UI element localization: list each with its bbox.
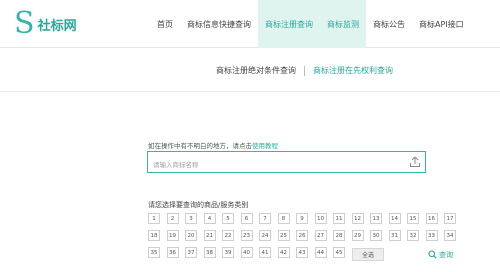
category-checkbox[interactable]: 27	[314, 230, 327, 241]
logo-mark: S	[14, 6, 35, 41]
nav-item-announcements[interactable]: 商标公告	[366, 0, 412, 48]
trademark-name-input[interactable]	[148, 155, 398, 175]
category-checkbox[interactable]: 33	[425, 230, 438, 241]
category-checkbox[interactable]: 44	[314, 247, 327, 258]
site-logo[interactable]: S 社标网	[14, 7, 77, 41]
category-checkbox[interactable]: 30	[370, 230, 382, 241]
subnav-item-prior-rights[interactable]: 商标注册在先权利查询	[313, 65, 393, 76]
category-checkbox[interactable]: 15	[407, 213, 419, 224]
category-checkbox[interactable]: 45	[333, 247, 345, 258]
category-checkbox[interactable]: 10	[314, 213, 327, 224]
category-checkbox[interactable]: 21	[203, 230, 216, 241]
category-checkbox[interactable]: 22	[222, 230, 234, 241]
site-name: 社标网	[37, 18, 77, 34]
category-checkbox[interactable]: 39	[222, 247, 234, 258]
subnav-divider	[304, 65, 305, 76]
tutorial-link[interactable]: 使用教程	[252, 142, 278, 150]
category-checkbox[interactable]: 31	[388, 230, 401, 241]
nav-item-monitoring[interactable]: 商标监测	[320, 0, 366, 48]
category-checkbox[interactable]: 18	[148, 230, 160, 241]
help-hint: 如在操作中有不明白的地方，请点击使用教程	[148, 140, 278, 150]
category-checkbox[interactable]: 4	[203, 213, 216, 224]
sub-nav: 商标注册绝对条件查询 商标注册在先权利查询	[0, 48, 500, 92]
upload-image-icon[interactable]	[409, 156, 421, 168]
category-grid: 1 2 3 4 5 6 7 8 9 10 11 12 13 14 15 16 17 18 19 20 21 22 23 24 2…	[148, 213, 468, 264]
category-checkbox[interactable]: 6	[240, 213, 253, 224]
search-button-label: 查询	[439, 250, 453, 259]
category-checkbox[interactable]: 8	[277, 213, 290, 224]
category-row: 35 36 37 38 39 40 41 42 43 44 45	[148, 247, 468, 258]
category-checkbox[interactable]: 40	[240, 247, 253, 258]
category-checkbox[interactable]: 23	[240, 230, 253, 241]
trademark-search-box	[147, 151, 426, 175]
category-row: 18 19 20 21 22 23 24 25 26 27 28 29 30 31 32 33 34	[148, 230, 468, 241]
category-checkbox[interactable]: 2	[166, 213, 179, 224]
nav-item-home[interactable]: 首页	[150, 0, 180, 48]
site-header: S 社标网 首页 商标信息快捷查询 商标注册查询 商标监测 商标公告 商标API…	[0, 0, 500, 48]
search-button[interactable]: 查询	[428, 248, 453, 261]
category-checkbox[interactable]: 20	[185, 230, 197, 241]
subnav-item-absolute-conditions[interactable]: 商标注册绝对条件查询	[216, 65, 296, 76]
category-checkbox[interactable]: 24	[259, 230, 271, 241]
category-checkbox[interactable]: 37	[185, 247, 197, 258]
category-checkbox[interactable]: 12	[351, 213, 364, 224]
category-checkbox[interactable]: 5	[222, 213, 234, 224]
nav-item-registration-search[interactable]: 商标注册查询	[258, 0, 320, 48]
category-checkbox[interactable]: 32	[407, 230, 419, 241]
category-checkbox[interactable]: 34	[444, 230, 456, 241]
category-checkbox[interactable]: 26	[296, 230, 308, 241]
category-checkbox[interactable]: 11	[333, 213, 345, 224]
category-checkbox[interactable]: 16	[425, 213, 438, 224]
category-checkbox[interactable]: 13	[370, 213, 382, 224]
category-checkbox[interactable]: 28	[333, 230, 345, 241]
nav-item-api[interactable]: 商标API接口	[412, 0, 471, 48]
category-checkbox[interactable]: 41	[259, 247, 271, 258]
main-nav: 首页 商标信息快捷查询 商标注册查询 商标监测 商标公告 商标API接口	[150, 0, 471, 48]
category-checkbox[interactable]: 9	[296, 213, 308, 224]
category-checkbox[interactable]: 19	[166, 230, 179, 241]
search-icon	[428, 250, 437, 259]
category-checkbox[interactable]: 36	[166, 247, 179, 258]
category-checkbox[interactable]: 1	[148, 213, 160, 224]
category-checkbox[interactable]: 43	[296, 247, 308, 258]
select-all-button[interactable]: 全选	[352, 248, 384, 261]
help-hint-text: 如在操作中有不明白的地方，请点击	[148, 142, 252, 150]
category-checkbox[interactable]: 42	[277, 247, 290, 258]
category-checkbox[interactable]: 3	[185, 213, 197, 224]
category-checkbox[interactable]: 17	[444, 213, 456, 224]
category-checkbox[interactable]: 29	[351, 230, 364, 241]
category-checkbox[interactable]: 14	[388, 213, 401, 224]
category-checkbox[interactable]: 25	[277, 230, 290, 241]
category-checkbox[interactable]: 35	[148, 247, 160, 258]
category-row: 1 2 3 4 5 6 7 8 9 10 11 12 13 14 15 16 17	[148, 213, 468, 224]
category-section-title: 请您选择要查询的商品/服务类别	[148, 201, 249, 209]
category-checkbox[interactable]: 7	[259, 213, 271, 224]
nav-item-quick-search[interactable]: 商标信息快捷查询	[180, 0, 258, 48]
category-checkbox[interactable]: 38	[203, 247, 216, 258]
